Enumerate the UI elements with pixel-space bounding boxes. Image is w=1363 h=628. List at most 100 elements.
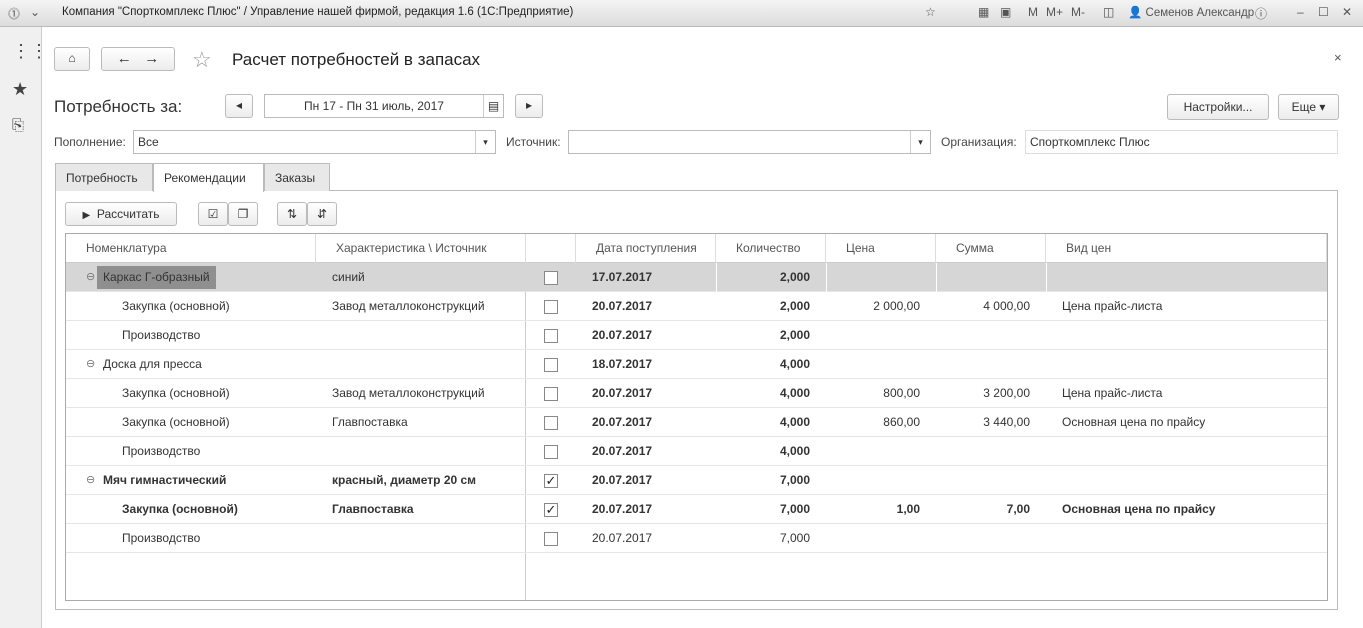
memory-m-button[interactable]: M <box>1028 5 1038 19</box>
header-characteristic[interactable]: Характеристика \ Источник <box>316 234 526 263</box>
info-icon[interactable]: ⓘ <box>1255 5 1267 22</box>
row-checkbox[interactable] <box>544 300 558 314</box>
memory-minus-button[interactable]: M- <box>1071 5 1085 19</box>
header-check[interactable] <box>526 234 576 263</box>
row-checkbox[interactable] <box>544 445 558 459</box>
calendar-picker-icon[interactable]: ▤ <box>483 95 503 117</box>
chevron-down-icon[interactable]: ▾ <box>910 131 930 153</box>
chevron-down-icon[interactable]: ▾ <box>475 131 495 153</box>
tab-recommendations[interactable]: Рекомендации <box>153 163 264 192</box>
cell-price <box>826 466 926 495</box>
header-sum[interactable]: Сумма <box>936 234 1046 263</box>
cell-ptype: Основная цена по прайсу <box>1062 415 1206 429</box>
table-row[interactable]: Закупка (основной) Завод металлоконструкц… <box>66 379 1327 408</box>
table-row[interactable]: Закупка (основной) Главпоставка ✓ 20.07.201… <box>66 495 1327 524</box>
table-header: Номенклатура Характеристика \ Источник Дат… <box>66 234 1327 263</box>
cell-sum: 4 000,00 <box>983 299 1030 313</box>
close-window-icon[interactable]: ✕ <box>1342 5 1352 19</box>
tab-need[interactable]: Потребность <box>55 163 153 191</box>
user-name[interactable]: 👤 Семенов Александр <box>1128 5 1254 19</box>
collapse-icon[interactable]: ⊖ <box>86 263 95 292</box>
tab-orders[interactable]: Заказы <box>264 163 330 191</box>
cell-price <box>826 524 926 553</box>
cell-sum <box>936 263 1036 292</box>
cell-ptype <box>1056 350 1326 379</box>
page-title: Расчет потребностей в запасах <box>232 50 481 69</box>
collapse-icon[interactable]: ⊖ <box>86 466 95 495</box>
close-form-icon[interactable]: × <box>1334 50 1342 65</box>
row-checkbox[interactable]: ✓ <box>544 474 558 488</box>
row-checkbox[interactable] <box>544 329 558 343</box>
cell-sum: 3 200,00 <box>983 386 1030 400</box>
table-row[interactable]: Производство 20.07.2017 7,000 <box>66 524 1327 553</box>
sort-desc-button[interactable]: ⇵ <box>307 202 337 226</box>
replenishment-select[interactable]: Все ▾ <box>133 130 496 154</box>
play-icon: ▶ <box>82 210 91 221</box>
cell-name: Закупка (основной) <box>122 386 230 400</box>
org-field[interactable]: Спорткомплекс Плюс <box>1025 130 1338 154</box>
cell-ptype: Цена прайс-листа <box>1062 386 1163 400</box>
history-icon[interactable]: ⎘ <box>12 117 24 134</box>
cell-sum: 7,00 <box>1006 502 1030 516</box>
header-price-type[interactable]: Вид цен <box>1046 234 1327 263</box>
table-row[interactable]: ⊖ Мяч гимнастический красный, диаметр 20 с… <box>66 466 1327 495</box>
apps-grid-icon[interactable]: ⋮⋮ <box>12 41 48 62</box>
forward-arrow-icon[interactable]: → <box>144 50 159 67</box>
more-button[interactable]: Еще ▾ <box>1278 94 1339 120</box>
calendar-icon[interactable]: ▣ <box>1000 5 1011 19</box>
cell-name: Закупка (основной) <box>122 415 230 429</box>
memory-plus-button[interactable]: M+ <box>1046 5 1063 19</box>
source-select[interactable]: ▾ <box>568 130 931 154</box>
panels-icon[interactable]: ◫ <box>1103 5 1114 19</box>
table-row[interactable]: ⊖ Доска для пресса 18.07.2017 4,000 <box>66 350 1327 379</box>
sort-asc-button[interactable]: ⇅ <box>277 202 307 226</box>
header-date[interactable]: Дата поступления <box>576 234 716 263</box>
next-period-button[interactable]: ▸ <box>515 94 543 118</box>
row-checkbox[interactable] <box>544 271 558 285</box>
cell-ptype <box>1056 263 1326 292</box>
cell-sum <box>936 437 1036 466</box>
favorites-icon[interactable]: ☆ <box>925 5 936 19</box>
cell-char <box>326 321 526 350</box>
maximize-icon[interactable]: ☐ <box>1318 5 1329 19</box>
period-field[interactable]: Пн 17 - Пн 31 июль, 2017 ▤ <box>264 94 504 118</box>
header-quantity[interactable]: Количество <box>716 234 826 263</box>
collapse-icon[interactable]: ⊖ <box>86 350 95 379</box>
cell-ptype <box>1056 524 1326 553</box>
cell-name: Доска для пресса <box>103 357 202 371</box>
cell-qty: 4,000 <box>779 357 810 371</box>
cell-date: 17.07.2017 <box>592 270 653 284</box>
row-checkbox[interactable] <box>544 387 558 401</box>
table-row[interactable]: Производство 20.07.2017 2,000 <box>66 321 1327 350</box>
title-bar: ⓵ ⌄ Компания "Спорткомплекс Плюс" / Упра… <box>0 0 1363 27</box>
favorite-star-icon[interactable]: ☆ <box>192 47 212 73</box>
uncheck-all-button[interactable]: ❐ <box>228 202 258 226</box>
app-logo-icon[interactable]: ⓵ <box>8 5 20 22</box>
table-row[interactable]: Производство 20.07.2017 4,000 <box>66 437 1327 466</box>
cell-price: 2 000,00 <box>873 299 920 313</box>
home-button[interactable]: ⌂ <box>54 47 90 71</box>
calculate-button[interactable]: ▶ Рассчитать <box>65 202 177 226</box>
row-checkbox[interactable] <box>544 416 558 430</box>
header-nomenclature[interactable]: Номенклатура <box>66 234 316 263</box>
check-all-button[interactable]: ☑ <box>198 202 228 226</box>
calculator-icon[interactable]: ▦ <box>978 5 989 19</box>
cell-char: Завод металлоконструкций <box>332 299 485 313</box>
cell-price <box>826 350 926 379</box>
back-arrow-icon[interactable]: ← <box>117 50 132 67</box>
table-row[interactable]: ⊖ Каркас Г-образный синий 17.07.2017 2,000 <box>66 263 1327 292</box>
favorites-star-icon[interactable]: ★ <box>12 79 28 100</box>
table-row[interactable]: Закупка (основной) Завод металлоконструкц… <box>66 292 1327 321</box>
prev-period-button[interactable]: ◂ <box>225 94 253 118</box>
row-checkbox[interactable] <box>544 532 558 546</box>
settings-button[interactable]: Настройки... <box>1167 94 1269 120</box>
nav-buttons: ← → <box>101 47 175 71</box>
row-checkbox[interactable]: ✓ <box>544 503 558 517</box>
menu-dropdown-icon[interactable]: ⌄ <box>30 5 40 19</box>
table-row[interactable]: Закупка (основной) Главпоставка 20.07.2017… <box>66 408 1327 437</box>
calculate-label: Рассчитать <box>96 207 160 221</box>
row-checkbox[interactable] <box>544 358 558 372</box>
minimize-icon[interactable]: – <box>1297 5 1304 19</box>
header-price[interactable]: Цена <box>826 234 936 263</box>
cell-ptype: Цена прайс-листа <box>1062 299 1163 313</box>
